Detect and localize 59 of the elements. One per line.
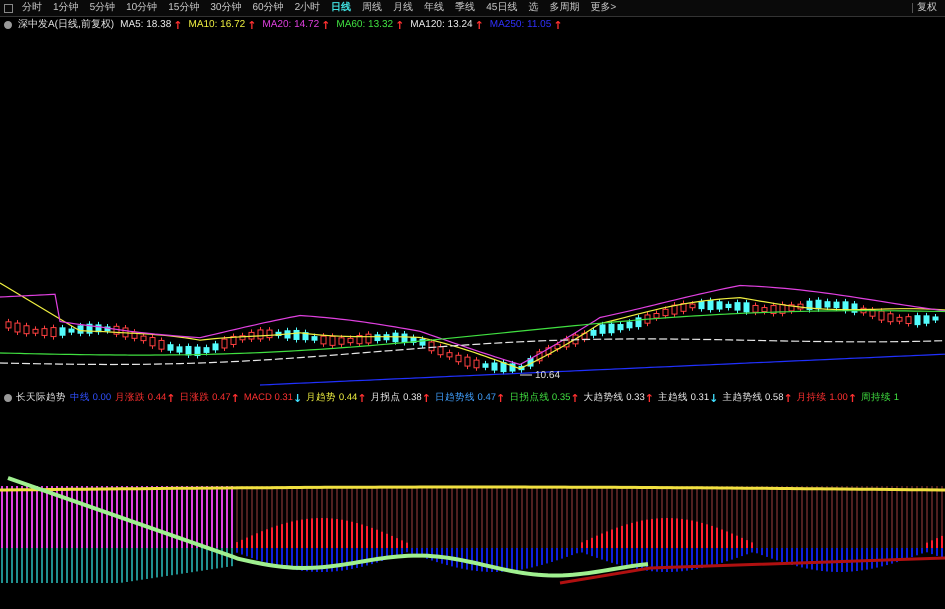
indicator-value: 月趋势 0.44 — [306, 393, 358, 403]
indicator-value: MA5: 18.38 — [120, 20, 172, 30]
trend-arrow-icon: ↑ — [321, 20, 330, 30]
period-tab[interactable]: 45日线 — [486, 3, 518, 13]
trend-arrow-icon: ↑ — [848, 392, 858, 404]
period-tab[interactable]: 5分钟 — [90, 3, 116, 13]
trend-arrow-icon: ↑ — [422, 392, 431, 404]
indicator-value: MA20: 14.72 — [262, 20, 320, 30]
indicator-value: 主趋线 0.31 — [658, 393, 710, 403]
period-tab[interactable]: 日线 — [331, 3, 352, 13]
indicator-value: MACD 0.31 — [244, 393, 293, 403]
window-icon — [4, 4, 13, 12]
trend-arrow-icon: ↓ — [709, 392, 718, 404]
indicator-value: MA10: 16.72 — [188, 20, 246, 30]
indicator-value: MA250: 11.05 — [490, 20, 552, 30]
indicator-value: 日拐点线 0.35 — [509, 393, 570, 403]
trend-arrow-icon: ↓ — [292, 392, 302, 404]
period-tab[interactable]: 15分钟 — [168, 3, 200, 13]
trend-arrow-icon: ↑ — [496, 392, 506, 404]
period-tab[interactable]: 周线 — [362, 3, 382, 13]
period-tab[interactable]: 月线 — [393, 3, 414, 13]
indicator-value: 月拐点 0.38 — [370, 393, 422, 403]
period-tab[interactable]: 多周期 — [549, 3, 580, 13]
indicator-value: 月涨跌 0.44 — [115, 393, 166, 403]
indicator-value: 日涨跌 0.47 — [180, 393, 231, 403]
adjust-button[interactable]: 复权 — [912, 3, 941, 13]
indicator-value: 大趋势线 0.33 — [584, 393, 645, 403]
period-tab[interactable]: 更多> — [590, 3, 616, 13]
trend-arrow-icon: ↑ — [644, 392, 654, 404]
leader-line — [520, 374, 532, 376]
period-tab[interactable]: 年线 — [424, 3, 444, 13]
indicator-value: MA120: 13.24 — [410, 20, 473, 30]
trend-arrow-icon: ↑ — [570, 392, 580, 404]
chart-title: 长天际趋势 — [16, 393, 66, 403]
period-tab[interactable]: 1分钟 — [53, 3, 79, 13]
trend-arrow-icon: ↑ — [395, 20, 404, 30]
chart-title: 深中发A(日线,前复权) — [18, 20, 114, 30]
indicator-value: 日趋势线 0.47 — [434, 393, 496, 403]
period-tab[interactable]: 10分钟 — [126, 3, 158, 13]
trend-arrow-icon: ↑ — [230, 392, 240, 404]
indicator-value: 月持续 1.00 — [796, 393, 848, 403]
trend-arrow-icon: ↑ — [474, 20, 484, 30]
trend-arrow-icon: ↑ — [783, 392, 793, 404]
period-tab[interactable]: 选 — [528, 3, 538, 13]
period-tab[interactable]: 60分钟 — [252, 3, 284, 13]
trend-arrow-icon: ↑ — [173, 20, 182, 30]
period-tab[interactable]: 分时 — [22, 3, 42, 13]
trend-arrow-icon: ↑ — [553, 20, 563, 30]
low-price-label: 10.64 — [535, 370, 560, 381]
indicator-value: 周持续 1 — [861, 393, 899, 403]
indicator-value: 中线 0.00 — [70, 393, 112, 403]
trend-arrow-icon: ↑ — [166, 392, 176, 404]
period-tab[interactable]: 2小时 — [294, 3, 320, 13]
trend-arrow-icon: ↑ — [247, 20, 256, 30]
trend-arrow-icon: ↑ — [357, 392, 367, 404]
period-tab[interactable]: 季线 — [455, 3, 476, 13]
indicator-value: 主趋势线 0.58 — [722, 393, 784, 403]
period-tab[interactable]: 30分钟 — [210, 3, 242, 13]
indicator-value: MA60: 13.32 — [336, 20, 394, 30]
